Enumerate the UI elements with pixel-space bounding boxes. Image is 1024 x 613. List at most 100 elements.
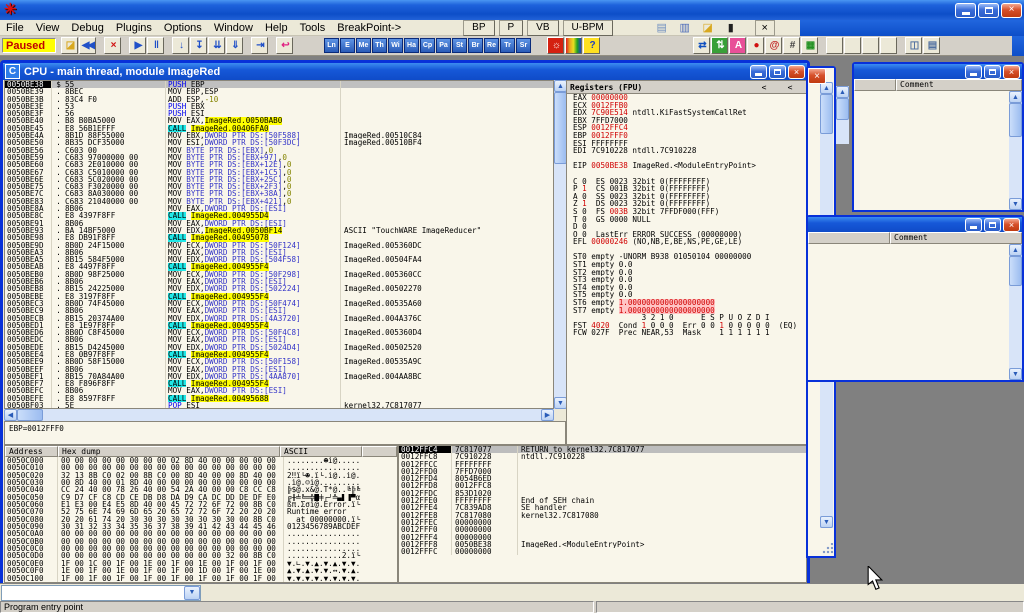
disasm-row[interactable]: 0050BEC9.8B06MOV EAX,DWORD PTR DS:[ESI] (5, 307, 553, 314)
stack-row[interactable]: 0012FFEC00000000 (399, 519, 806, 526)
disasm-row[interactable]: 0050BE40.B8 B0BA5000MOV EAX,ImageRed.005… (5, 117, 553, 124)
memory-map-icon[interactable]: ⇅ (711, 37, 728, 54)
register-line[interactable]: EBP 0012FFF0 (567, 132, 806, 140)
dump-row[interactable]: 0050C0E01F 00 1C 00 1F 00 1E 00 1F 00 1E… (5, 560, 397, 567)
disasm-horizontal-scrollbar[interactable]: ◀ ▶ (4, 409, 554, 421)
toolbar-button-pa[interactable]: Pa (436, 38, 451, 53)
toolbar-button-tr[interactable]: Tr (500, 38, 515, 53)
close-button[interactable]: × (1003, 218, 1020, 232)
disasm-row[interactable]: 0050BEBE.E8 3197F8FFCALL ImageRed.004955… (5, 293, 553, 300)
disasm-row[interactable]: 0050BE7C.C683 8A030000 00MOV BYTE PTR DS… (5, 190, 553, 197)
combo-dropdown-icon[interactable]: ▼ (184, 586, 200, 600)
disasm-row[interactable]: 0050BEE9.8B0D 58F15000MOV ECX,DWORD PTR … (5, 358, 553, 365)
dump-row[interactable]: 0050C07052 75 6E 74 69 6D 65 20 65 72 72… (5, 508, 397, 515)
keypad-icon[interactable]: # (783, 37, 800, 54)
register-line[interactable]: EDI 7C910228 ntdll.7C910228 (567, 147, 806, 155)
menu-item-tools[interactable]: Tools (294, 21, 332, 35)
register-line[interactable]: P 1 CS 001B 32bit 0(FFFFFFFF) (567, 185, 806, 193)
disasm-row[interactable]: 0050BF03.5EPOP ESIkernel32.7C817077 (5, 402, 553, 409)
help-icon[interactable]: ? (583, 37, 600, 54)
toolbar-button-sr[interactable]: Sr (516, 38, 531, 53)
register-line[interactable]: ST2 empty 0.0 (567, 269, 806, 277)
comment-column[interactable]: Comment (890, 232, 1022, 244)
stack-row[interactable]: 0012FFF80050BE38ImageRed.<ModuleEntryPoi… (399, 541, 806, 548)
menu-item-plugins[interactable]: Plugins (110, 21, 158, 35)
open-file-icon[interactable]: ◪ (61, 37, 78, 54)
unnamed-column[interactable] (854, 79, 896, 91)
dump-row[interactable]: 0050C050C9 D7 CF C8 CD CE DB D8 DA D9 CA… (5, 494, 397, 501)
comment-column[interactable]: Comment (896, 79, 1022, 91)
cpu-window-titlebar[interactable]: C CPU - main thread, module ImageRed × (3, 63, 807, 80)
comment-window-1-titlebar[interactable]: × (854, 64, 1022, 79)
disasm-row[interactable]: 0050BE38$55PUSH EBP (5, 81, 553, 88)
disasm-row[interactable]: 0050BE8C.E8 4397F8FFCALL ImageRed.004955… (5, 212, 553, 219)
disasm-row[interactable]: 0050BEFE.E8 8597F8FFCALL ImageRed.004956… (5, 395, 553, 402)
close-button[interactable]: × (1001, 3, 1022, 18)
menu-button-vb[interactable]: VB (527, 20, 558, 36)
toolbar-button-cp[interactable]: Cp (420, 38, 435, 53)
goto-eip-icon[interactable]: ↩ (276, 37, 293, 54)
dump-row[interactable]: 0050C0B000 00 00 00 00 00 00 00 00 00 00… (5, 538, 397, 545)
scroll-right-icon[interactable]: ▶ (541, 409, 554, 421)
register-line[interactable]: ESI FFFFFFFF (567, 140, 806, 148)
disasm-row[interactable]: 0050BE45.E8 56B1EFFFCALL ImageRed.00406F… (5, 125, 553, 132)
disasm-row[interactable]: 0050BED6.8B0D C8F45000MOV ECX,DWORD PTR … (5, 329, 553, 336)
menu-item-window[interactable]: Window (208, 21, 259, 35)
info-pane[interactable]: EBP=0012FFF0 (4, 421, 566, 445)
disasm-row[interactable]: 0050BE59.C683 97000000 00MOV BYTE PTR DS… (5, 154, 553, 161)
register-line[interactable]: T 0 GS 0000 NULL (567, 216, 806, 224)
stack-row[interactable]: 0012FFF400000000 (399, 534, 806, 541)
command-combobox[interactable]: ▼ (1, 585, 201, 601)
disasm-row[interactable]: 0050BE6E.C683 5C020000 00MOV BYTE PTR DS… (5, 176, 553, 183)
register-line[interactable]: EAX 00000000 (567, 94, 806, 102)
disasm-row[interactable]: 0050BE3E.53PUSH EBX (5, 103, 553, 110)
dump-row[interactable]: 0050C0A000 00 00 00 00 00 00 00 00 00 00… (5, 530, 397, 537)
cpu-minimize-button[interactable] (750, 65, 767, 79)
stack-row[interactable]: 0012FFF000000000 (399, 526, 806, 533)
disasm-row[interactable]: 0050BE98.E8 DB91F8FFCALL ImageRed.004950… (5, 234, 553, 241)
disasm-row[interactable]: 0050BEB0.8B0D 98F25000MOV ECX,DWORD PTR … (5, 271, 553, 278)
comment-window-2-scrollbar[interactable]: ▲ ▼ (1009, 244, 1022, 380)
maximize-button[interactable] (984, 65, 1001, 79)
register-line[interactable]: FST 4020 Cond 1 0 0 0 Err 0 0 1 0 0 0 0 … (567, 322, 806, 330)
disasm-row[interactable]: 0050BEE4.E8 0B97F8FFCALL ImageRed.004955… (5, 351, 553, 358)
grid-icon[interactable]: ▦ (801, 37, 818, 54)
disasm-row[interactable]: 0050BEEF.8B06MOV EAX,DWORD PTR DS:[ESI] (5, 366, 553, 373)
menu-item-breakpoint[interactable]: BreakPoint-> (331, 21, 407, 35)
dump-row[interactable]: 0050C01000 00 00 00 00 00 00 00 00 00 00… (5, 464, 397, 471)
disasm-row[interactable]: 0050BE93.BA 14BF5000MOV EDX,ImageRed.005… (5, 227, 553, 234)
register-line[interactable]: ST5 empty 0.0 (567, 291, 806, 299)
comment-window-2-titlebar[interactable]: × (808, 217, 1022, 232)
notepad-icon[interactable]: ▤ (654, 21, 670, 35)
scroll-down-icon[interactable]: ▼ (820, 516, 833, 528)
register-line[interactable]: EBX 7FFD7000 (567, 117, 806, 125)
blank-button-2[interactable] (844, 37, 861, 54)
dump-row[interactable]: 0050C0F01E 00 1F 00 1E 00 1F 00 1F 00 1D… (5, 567, 397, 574)
resize-grip[interactable] (821, 543, 833, 555)
register-line[interactable]: EFL 00000246 (NO,NB,E,BE,NS,PE,GE,LE) (567, 238, 806, 246)
disasm-row[interactable]: 0050BEC3.8B0D 74F45000MOV ECX,DWORD PTR … (5, 300, 553, 307)
restore-button[interactable] (978, 3, 999, 18)
maximize-button[interactable] (984, 218, 1001, 232)
register-line[interactable]: EIP 0050BE38 ImageRed.<ModuleEntryPoint> (567, 162, 806, 170)
hex-dump-pane[interactable]: Address Hex dump ASCII 0050C00000 00 00 … (4, 445, 398, 583)
register-line[interactable]: C 0 ES 0023 32bit 0(FFFFFFFF) (567, 178, 806, 186)
scroll-thumb[interactable] (836, 98, 849, 120)
minimize-button[interactable] (965, 65, 982, 79)
stack-row[interactable]: 0012FFD07FFD7000 (399, 468, 806, 475)
menu-item-view[interactable]: View (30, 21, 66, 35)
stack-row[interactable]: 0012FFC87C910228ntdll.7C910228 (399, 453, 806, 460)
register-line[interactable] (567, 155, 806, 163)
register-line[interactable]: ST0 empty -UNORM B938 01050104 00000000 (567, 253, 806, 261)
register-line[interactable]: 3 2 1 0 E S P U O Z D I (567, 314, 806, 322)
folder-icon[interactable]: ◪ (700, 21, 716, 35)
disasm-row[interactable]: 0050BECB.8B15 20374A00MOV EDX,DWORD PTR … (5, 315, 553, 322)
dump-row[interactable]: 0050C09030 31 32 33 34 35 36 37 38 39 41… (5, 523, 397, 530)
register-line[interactable]: S 0 FS 003B 32bit 7FFDF000(FFF) (567, 208, 806, 216)
register-line[interactable]: ST3 empty 0.0 (567, 276, 806, 284)
disasm-row[interactable]: 0050BEA5.8B15 584F5000MOV EDX,DWORD PTR … (5, 256, 553, 263)
menu-item-file[interactable]: File (0, 21, 30, 35)
toolbar-button-th[interactable]: Th (372, 38, 387, 53)
return-icon[interactable]: ⇥ (251, 37, 268, 54)
scroll-left-icon[interactable]: ◀ (4, 409, 17, 421)
